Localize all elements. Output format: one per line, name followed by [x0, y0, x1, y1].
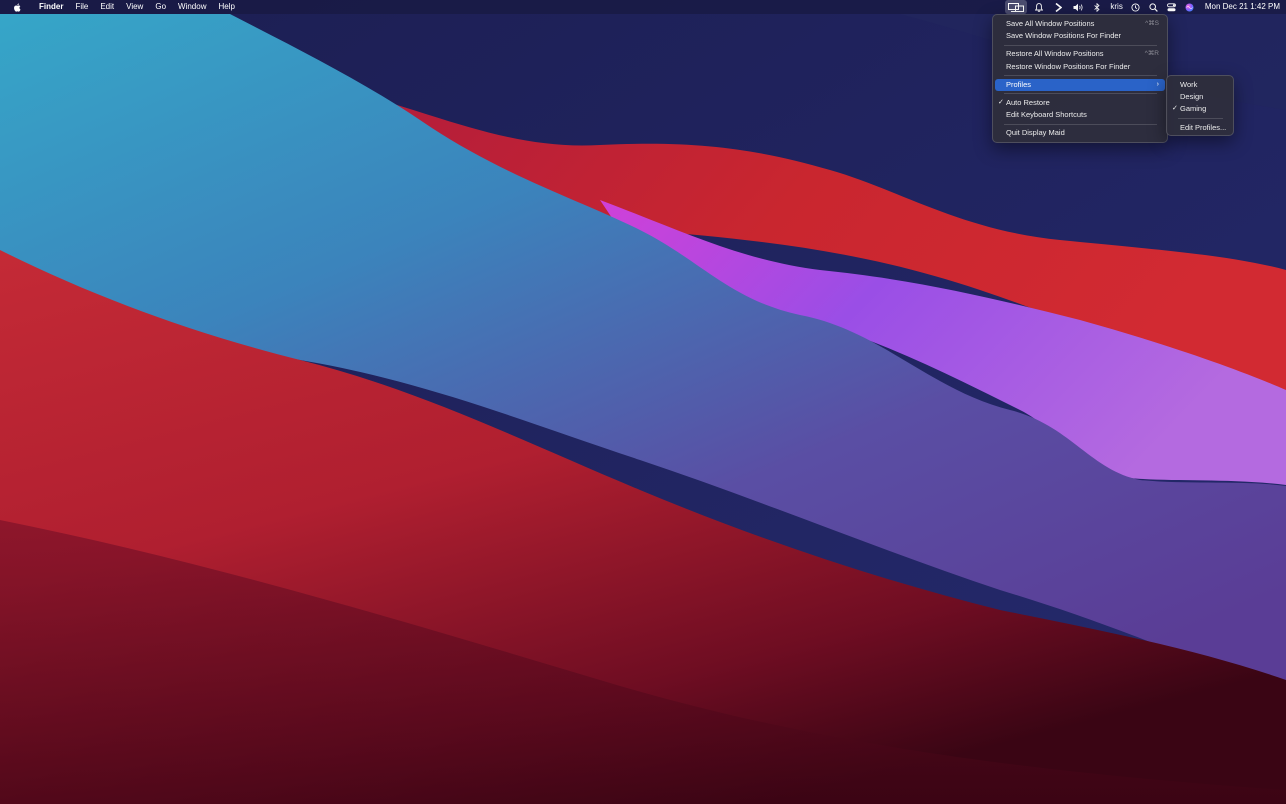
control-center-icon[interactable] [1163, 0, 1181, 14]
menu-item-quit-display-maid[interactable]: Quit Display Maid [995, 127, 1165, 139]
menu-item-edit-keyboard-shortcuts[interactable]: Edit Keyboard Shortcuts [995, 109, 1165, 121]
user-name[interactable]: kris [1106, 0, 1126, 14]
profile-item-edit-profiles[interactable]: Edit Profiles... [1169, 122, 1231, 134]
menu-separator [1004, 93, 1157, 95]
bluetooth-icon[interactable] [1088, 0, 1106, 14]
menu-item-shortcut: ^⌘S [1145, 20, 1159, 27]
menu-item-label: Auto Restore [1006, 97, 1050, 107]
checkmark-icon: ✓ [998, 98, 1004, 106]
menu-item-restore-window-positions-for-finder[interactable]: Restore Window Positions For Finder [995, 61, 1165, 73]
menu-item-label: Edit Keyboard Shortcuts [1006, 110, 1087, 120]
menu-edit[interactable]: Edit [94, 0, 120, 14]
menu-item-label: Save All Window Positions [1006, 19, 1095, 28]
notification-bell-icon[interactable] [1030, 0, 1048, 14]
profile-item-gaming[interactable]: ✓ Gaming [1169, 103, 1231, 115]
menu-view[interactable]: View [120, 0, 149, 14]
menu-item-label: Profiles [1006, 79, 1032, 89]
menu-separator [1004, 75, 1157, 77]
menu-item-save-all-window-positions[interactable]: Save All Window Positions ^⌘S [995, 18, 1165, 30]
menu-item-save-window-positions-for-finder[interactable]: Save Window Positions For Finder [995, 30, 1165, 42]
menu-separator [1004, 44, 1157, 46]
menu-item-label: Gaming [1180, 104, 1207, 114]
display-maid-menu: Save All Window Positions ^⌘S Save Windo… [992, 14, 1168, 143]
menu-item-label: Edit Profiles... [1180, 122, 1227, 132]
volume-icon[interactable] [1068, 0, 1088, 14]
menu-help[interactable]: Help [212, 0, 240, 14]
checkmark-icon: ✓ [1172, 105, 1178, 113]
menu-window[interactable]: Window [172, 0, 212, 14]
display-maid-icon[interactable] [1005, 0, 1028, 14]
desktop: Finder File Edit View Go Window Help kri… [0, 0, 1286, 804]
chevron-right-icon[interactable] [1048, 0, 1068, 14]
profiles-submenu: Work Design ✓ Gaming Edit Profiles... [1166, 75, 1234, 136]
menu-bar: Finder File Edit View Go Window Help kri… [0, 0, 1286, 14]
time-machine-icon[interactable] [1127, 0, 1145, 14]
spotlight-search-icon[interactable] [1145, 0, 1163, 14]
menu-item-auto-restore[interactable]: ✓ Auto Restore [995, 97, 1165, 109]
menubar-clock[interactable]: Mon Dec 21 1:42 PM [1199, 0, 1286, 14]
menu-item-shortcut: ^⌘R [1144, 50, 1159, 58]
menu-file[interactable]: File [69, 0, 94, 14]
menu-item-label: Work [1180, 80, 1198, 89]
profile-item-work[interactable]: Work [1169, 79, 1231, 91]
menu-separator [1004, 123, 1157, 125]
apple-menu-icon[interactable] [1, 3, 33, 12]
menu-item-profiles[interactable]: Profiles › [995, 78, 1165, 91]
menu-item-label: Design [1180, 92, 1204, 102]
submenu-arrow-icon: › [1156, 80, 1159, 88]
menu-item-label: Restore Window Positions For Finder [1006, 61, 1131, 71]
menu-separator [1178, 118, 1223, 120]
menu-go[interactable]: Go [149, 0, 172, 14]
menu-app-name[interactable]: Finder [33, 0, 69, 14]
menu-item-restore-all-window-positions[interactable]: Restore All Window Positions ^⌘R [995, 48, 1165, 60]
menu-item-label: Quit Display Maid [1006, 128, 1065, 138]
menu-item-label: Save Window Positions For Finder [1006, 31, 1122, 41]
siri-icon[interactable] [1181, 0, 1199, 14]
menu-item-label: Restore All Window Positions [1006, 49, 1104, 59]
profile-item-design[interactable]: Design [1169, 91, 1231, 103]
